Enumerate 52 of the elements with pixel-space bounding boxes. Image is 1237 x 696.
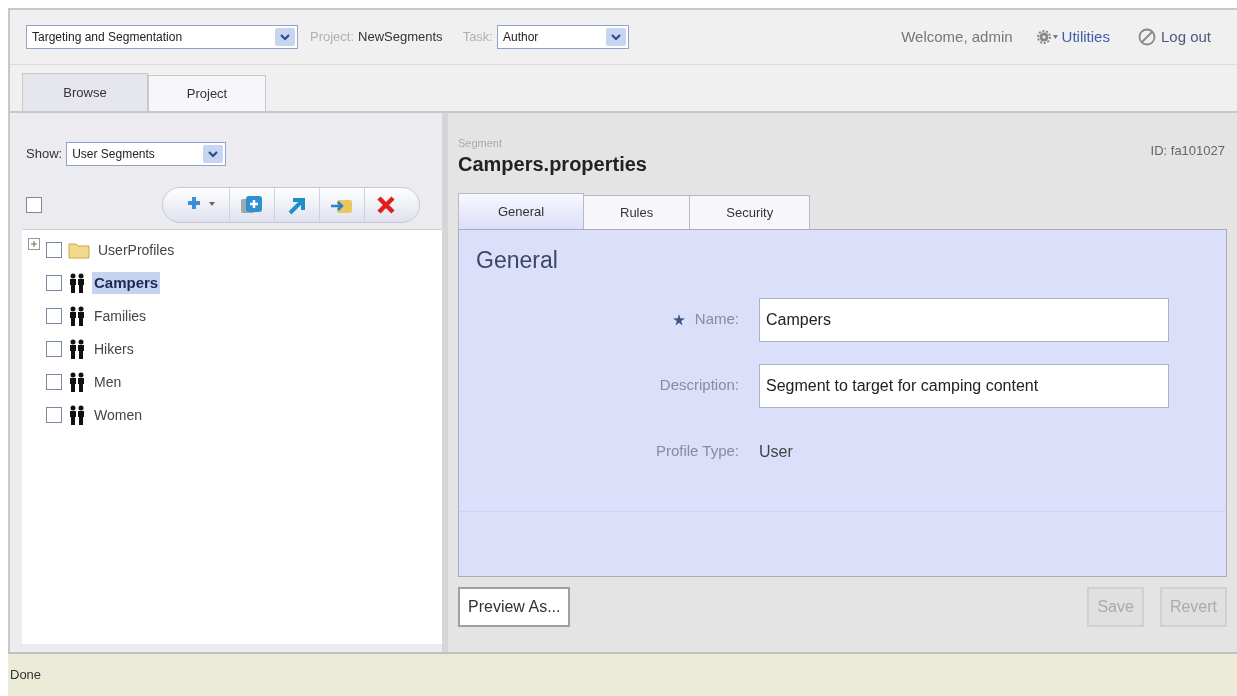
field-label: Description: [659, 375, 739, 396]
utilities-link[interactable]: Utilities [1036, 25, 1110, 49]
tree-item[interactable]: Women [92, 404, 144, 426]
show-label: Show: [26, 145, 63, 164]
gear-icon [1036, 30, 1059, 44]
checkbox[interactable] [46, 374, 62, 390]
tab[interactable]: Rules [583, 195, 691, 229]
people-icon [68, 405, 86, 425]
field-label: Name: [694, 309, 739, 330]
checkbox[interactable] [26, 197, 42, 213]
folder-icon [68, 241, 90, 259]
card-icon [240, 194, 264, 216]
tree-item[interactable]: Campers [92, 271, 161, 295]
checkbox[interactable] [46, 242, 62, 258]
logout-link[interactable]: Log out [1137, 25, 1211, 49]
status-text: Done [10, 666, 42, 685]
field-label: Profile Type: [655, 441, 739, 462]
task-label: Task: [462, 28, 493, 47]
people-icon [68, 306, 86, 326]
welcome-text: Welcome, admin [901, 26, 1013, 47]
input-field[interactable]: Campers [759, 297, 1169, 342]
tab[interactable]: Project [148, 75, 266, 111]
no-entry-icon [1137, 28, 1156, 46]
field-value: User [759, 441, 793, 462]
people-icon [68, 339, 86, 359]
people-icon [68, 372, 86, 392]
project-label: Project: [310, 28, 355, 47]
show-select[interactable]: User Segments [66, 142, 227, 166]
application-select[interactable]: Targeting and Segmentation [26, 25, 298, 49]
button[interactable]: Preview As... [458, 587, 571, 627]
id-text: ID: fa101027 [1150, 142, 1225, 160]
checkbox[interactable] [46, 341, 62, 357]
task-select[interactable]: Author [496, 25, 629, 49]
tree-item[interactable]: Men [92, 371, 124, 393]
expand-icon[interactable] [28, 238, 40, 250]
checkbox[interactable] [46, 407, 62, 423]
delete-icon [375, 194, 397, 216]
checkbox[interactable] [46, 308, 62, 324]
section-heading: General [476, 246, 559, 275]
tab[interactable]: Security [689, 195, 811, 229]
checkbox[interactable] [46, 275, 62, 291]
tab[interactable]: Browse [22, 73, 148, 111]
document-title: Campers.properties [458, 152, 647, 177]
segment-label: Segment [458, 137, 504, 149]
required-star-icon [672, 313, 685, 326]
input-field[interactable]: Segment to target for camping content [759, 363, 1169, 408]
tree-item[interactable]: Hikers [92, 338, 136, 360]
tab[interactable]: General [458, 193, 584, 229]
people-icon [68, 273, 86, 293]
tree-item[interactable]: Families [92, 305, 149, 327]
project-name: NewSegments [358, 28, 443, 47]
tree-item[interactable]: UserProfiles [96, 239, 177, 261]
